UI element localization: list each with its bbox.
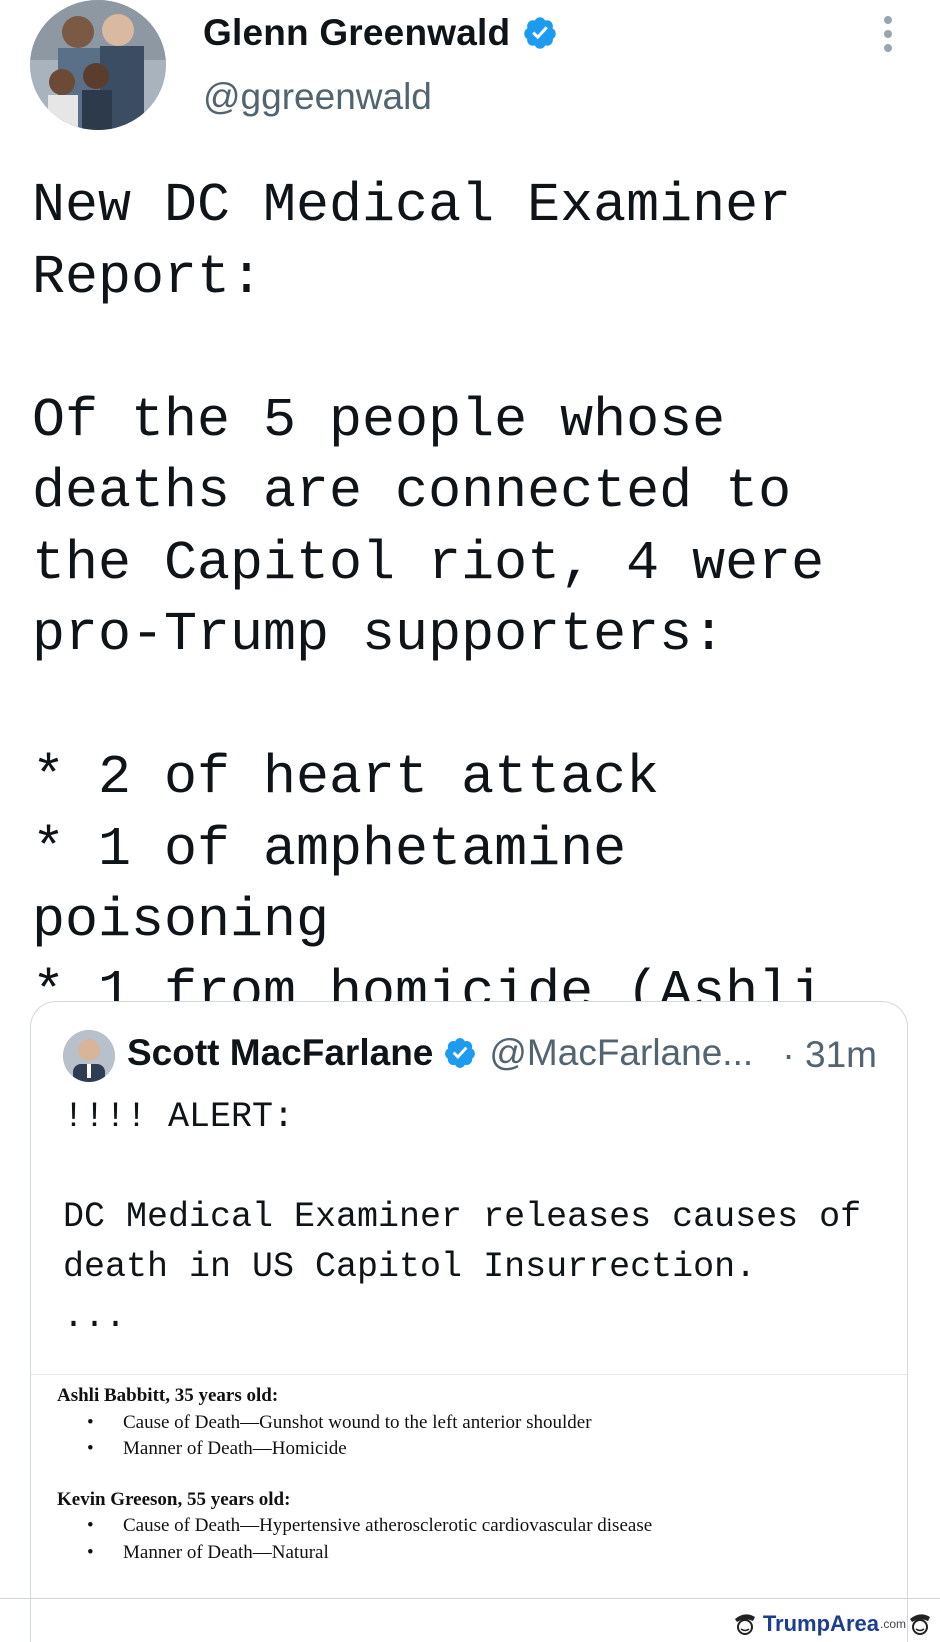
watermark-text: TrumpArea <box>762 1611 879 1636</box>
doc-entry-cause: Cause of Death—Gunshot wound to the left… <box>87 1412 592 1434</box>
author-name[interactable]: Glenn Greenwald <box>203 12 510 54</box>
quoted-author-name[interactable]: Scott MacFarlane <box>127 1032 433 1074</box>
author-handle[interactable]: @ggreenwald <box>203 76 432 118</box>
doc-entry-manner: Manner of Death—Natural <box>87 1542 329 1564</box>
tweet-header: Glenn Greenwald @ggreenwald <box>0 0 940 140</box>
verified-badge-icon <box>445 1038 476 1068</box>
doc-entry-manner: Manner of Death—Homicide <box>87 1438 347 1460</box>
quoted-timestamp[interactable]: · 31m <box>782 1034 877 1076</box>
quoted-tweet-text: !!!! ALERT: DC Medical Examiner releases… <box>63 1097 862 1337</box>
site-watermark: TrumpArea .com <box>731 1610 934 1638</box>
author-avatar[interactable] <box>30 0 166 130</box>
verified-badge-icon <box>524 17 557 49</box>
quoted-author-avatar[interactable] <box>63 1030 115 1082</box>
more-vertical-icon[interactable] <box>878 16 898 56</box>
bottom-divider <box>0 1598 940 1599</box>
watermark-logo-icon <box>910 1614 930 1635</box>
quoted-author-handle[interactable]: @MacFarlane... <box>489 1032 753 1074</box>
watermark-logo-icon <box>734 1614 755 1635</box>
watermark-suffix: .com <box>879 1617 906 1631</box>
quoted-tweet[interactable]: Scott MacFarlane @MacFarlane... · 31m !!… <box>30 1001 908 1642</box>
doc-entry-person: Ashli Babbitt, 35 years old: <box>57 1385 279 1406</box>
quoted-media-document[interactable]: Ashli Babbitt, 35 years old: Cause of De… <box>31 1375 907 1642</box>
doc-entry-cause: Cause of Death—Hypertensive atherosclero… <box>87 1515 652 1537</box>
doc-entry-person: Kevin Greeson, 55 years old: <box>57 1489 291 1510</box>
